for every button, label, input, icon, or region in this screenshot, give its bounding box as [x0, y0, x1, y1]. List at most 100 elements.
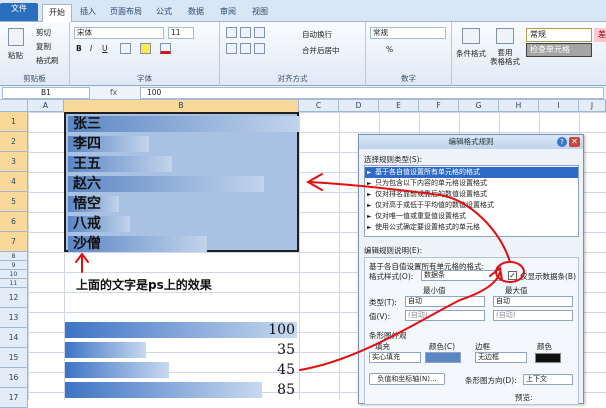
row-header[interactable]: 9: [0, 261, 28, 270]
cut-button[interactable]: 剪切: [36, 27, 51, 38]
formula-input[interactable]: 100: [140, 87, 604, 99]
table-format-icon[interactable]: [496, 28, 514, 44]
column-header[interactable]: E: [379, 100, 419, 112]
row-header[interactable]: 14: [0, 328, 28, 348]
column-header[interactable]: A: [28, 100, 64, 112]
format-style-select[interactable]: 数据条: [421, 270, 501, 281]
number-cell[interactable]: 85: [64, 380, 299, 400]
paste-icon[interactable]: [8, 28, 24, 46]
rule-type-item[interactable]: 仅对排名靠前或靠后的数值设置格式: [365, 189, 578, 200]
row-header[interactable]: 10: [0, 270, 28, 279]
tab-page-layout[interactable]: 页面布局: [104, 4, 148, 22]
name-cell[interactable]: 八戒: [68, 214, 299, 234]
row-header[interactable]: 17: [0, 388, 28, 408]
column-header[interactable]: I: [539, 100, 579, 112]
font-size-select[interactable]: 11: [168, 27, 194, 39]
fill-color-select[interactable]: [425, 352, 461, 363]
row-header[interactable]: 13: [0, 308, 28, 328]
rule-type-list[interactable]: 基于各自值设置所有单元格的格式 只为包含以下内容的单元格设置格式 仅对排名靠前或…: [364, 165, 579, 237]
column-header[interactable]: C: [299, 100, 339, 112]
font-color-icon[interactable]: [160, 43, 171, 54]
row-header[interactable]: 6: [0, 212, 28, 232]
rule-type-item[interactable]: 使用公式确定要设置格式的单元格: [365, 222, 578, 233]
name-box[interactable]: B1: [2, 87, 90, 99]
row-header[interactable]: 2: [0, 132, 28, 152]
paste-button[interactable]: 粘贴: [8, 50, 23, 61]
fill-color-icon[interactable]: [140, 43, 151, 54]
column-header[interactable]: J: [579, 100, 606, 112]
conditional-format-button[interactable]: 条件格式: [456, 48, 486, 59]
selected-range[interactable]: 张三 李四 王五 赵六 悟空 八戒 沙僧: [64, 112, 299, 252]
style-check-cell[interactable]: 检查单元格: [526, 43, 592, 57]
merge-center-button[interactable]: 合并后居中: [302, 45, 340, 56]
name-cell[interactable]: 悟空: [68, 194, 299, 214]
show-bar-only-checkbox[interactable]: ✓: [508, 271, 517, 280]
style-bad[interactable]: 差: [594, 28, 606, 42]
help-icon[interactable]: ?: [557, 137, 567, 147]
row-header[interactable]: 8: [0, 252, 28, 261]
percent-button[interactable]: %: [386, 45, 393, 54]
tab-review[interactable]: 审阅: [214, 4, 242, 22]
row-header[interactable]: 12: [0, 288, 28, 308]
rule-type-item[interactable]: 仅对高于或低于平均值的数值设置格式: [365, 200, 578, 211]
italic-button[interactable]: I: [90, 44, 92, 53]
table-format-button[interactable]: 套用 表格格式: [490, 48, 520, 66]
close-button[interactable]: ✕: [569, 137, 580, 147]
fx-icon[interactable]: fx: [110, 87, 138, 99]
format-painter-button[interactable]: 格式刷: [36, 55, 59, 66]
conditional-format-icon[interactable]: [462, 28, 480, 44]
row-header[interactable]: 15: [0, 348, 28, 368]
row-header[interactable]: 16: [0, 368, 28, 388]
borders-icon[interactable]: [120, 43, 131, 54]
column-header[interactable]: F: [419, 100, 459, 112]
align-center-icon[interactable]: [240, 43, 251, 54]
value-min-input[interactable]: (自动): [405, 310, 485, 321]
number-format-select[interactable]: 常规: [370, 27, 446, 39]
row-header[interactable]: 1: [0, 112, 28, 132]
type-min-select[interactable]: 自动: [405, 296, 485, 307]
row-header[interactable]: 11: [0, 279, 28, 288]
row-header[interactable]: 7: [0, 232, 28, 252]
border-select[interactable]: 无边框: [475, 352, 527, 363]
type-max-select[interactable]: 自动: [493, 296, 573, 307]
underline-button[interactable]: U: [102, 44, 108, 53]
rule-type-item[interactable]: 基于各自值设置所有单元格的格式: [365, 167, 578, 178]
column-header[interactable]: H: [499, 100, 539, 112]
rule-type-item[interactable]: 仅对唯一值或重复值设置格式: [365, 211, 578, 222]
name-cell[interactable]: 沙僧: [68, 234, 299, 254]
column-header[interactable]: B: [64, 100, 299, 112]
name-cell[interactable]: 李四: [68, 134, 299, 154]
number-cell[interactable]: 35: [64, 340, 299, 360]
column-header[interactable]: D: [339, 100, 379, 112]
style-normal[interactable]: 常规: [526, 28, 592, 42]
number-cell[interactable]: 100: [64, 320, 299, 340]
row-header[interactable]: 5: [0, 192, 28, 212]
font-name-select[interactable]: 宋体: [74, 27, 164, 39]
column-header[interactable]: G: [459, 100, 499, 112]
tab-view[interactable]: 视图: [246, 4, 274, 22]
tab-home[interactable]: 开始: [42, 4, 72, 22]
bold-button[interactable]: B: [76, 44, 82, 53]
number-cell[interactable]: 45: [64, 360, 299, 380]
wrap-text-button[interactable]: 自动换行: [302, 29, 332, 40]
align-right-icon[interactable]: [254, 43, 265, 54]
name-cell[interactable]: 赵六: [68, 174, 299, 194]
name-cell[interactable]: 张三: [68, 114, 299, 134]
align-left-icon[interactable]: [226, 43, 237, 54]
tab-file[interactable]: 文件: [0, 3, 38, 21]
value-max-input[interactable]: (自动): [493, 310, 573, 321]
tab-formulas[interactable]: 公式: [150, 4, 178, 22]
rule-type-item[interactable]: 只为包含以下内容的单元格设置格式: [365, 178, 578, 189]
direction-select[interactable]: 上下文: [523, 374, 573, 385]
tab-insert[interactable]: 插入: [74, 4, 102, 22]
row-header[interactable]: 4: [0, 172, 28, 192]
align-top-icon[interactable]: [226, 27, 237, 38]
align-bottom-icon[interactable]: [254, 27, 265, 38]
negative-axis-button[interactable]: 负值和坐标轴(N)...: [369, 373, 445, 385]
copy-button[interactable]: 复制: [36, 41, 51, 52]
row-header[interactable]: 3: [0, 152, 28, 172]
border-color-swatch[interactable]: [535, 353, 561, 363]
name-cell[interactable]: 王五: [68, 154, 299, 174]
select-all-corner[interactable]: [0, 100, 28, 112]
align-middle-icon[interactable]: [240, 27, 251, 38]
